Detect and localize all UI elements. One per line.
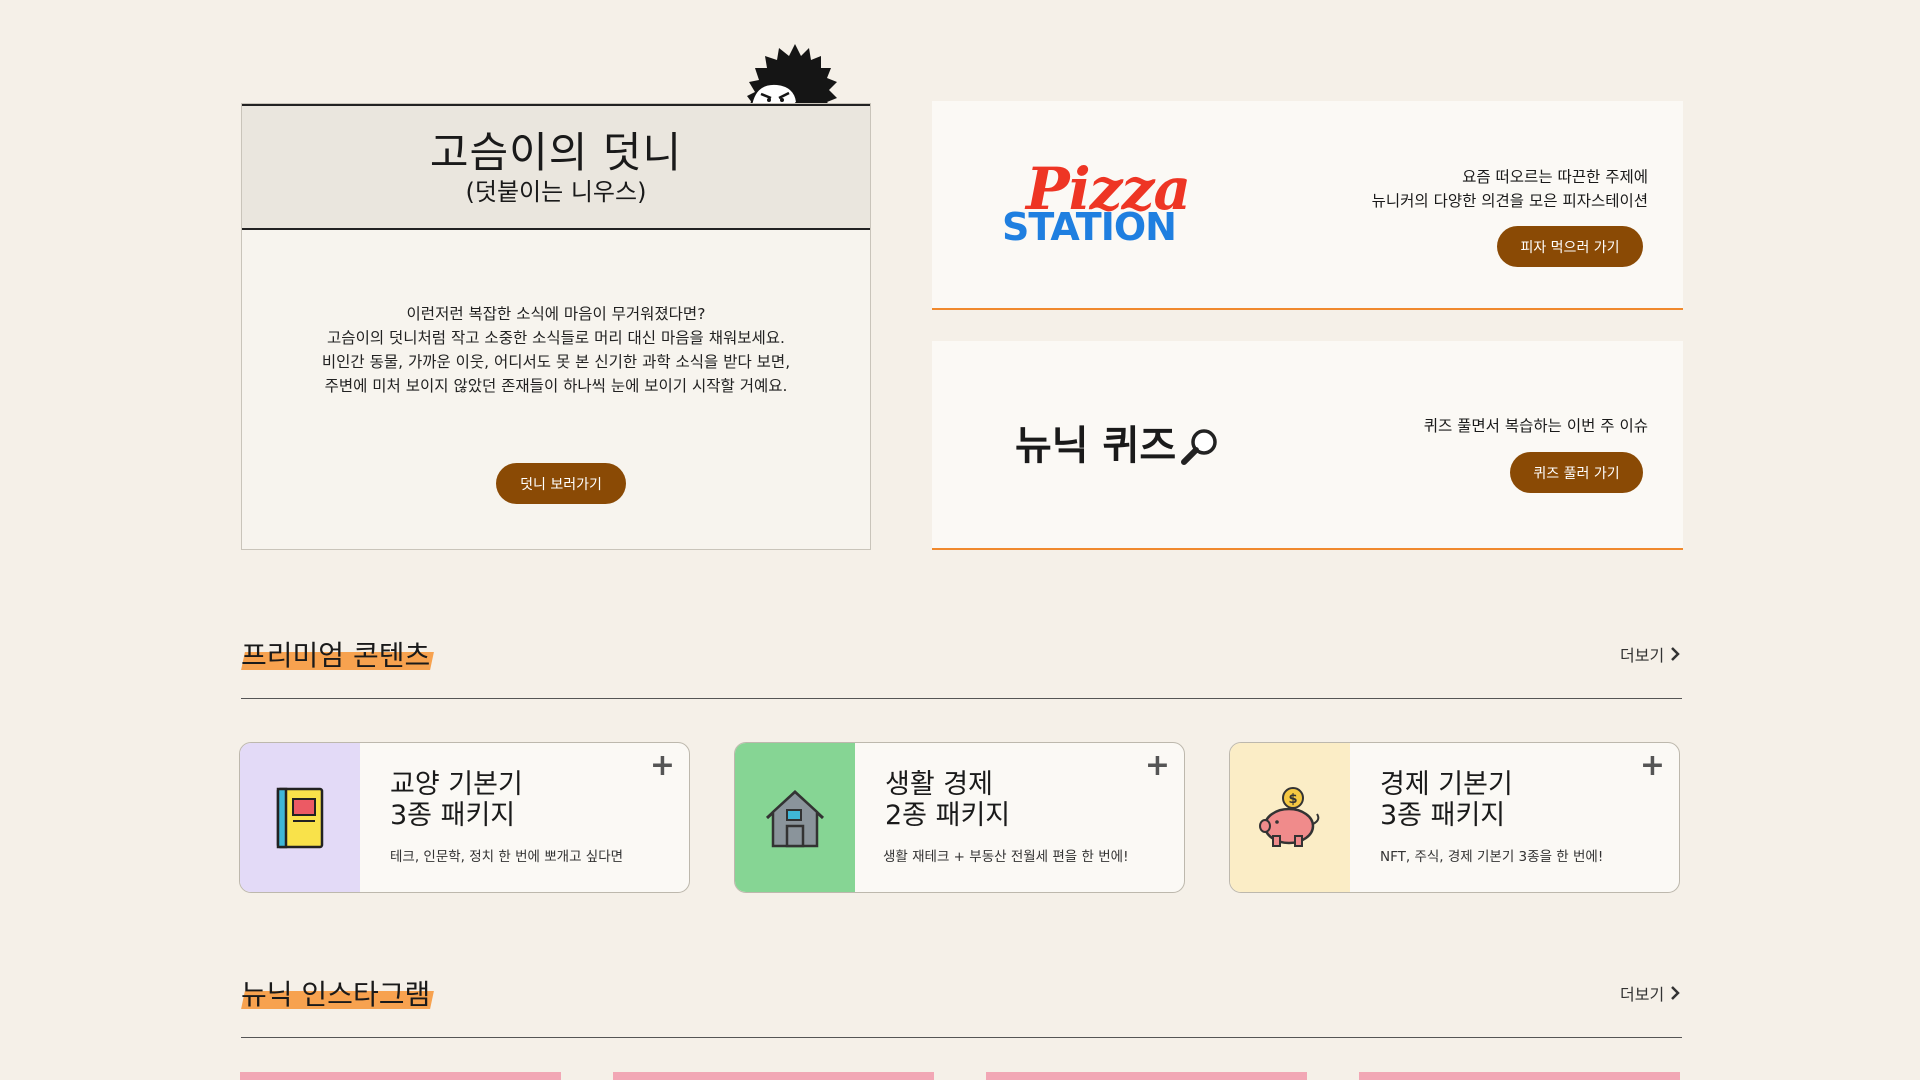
- instagram-section-title: 뉴닉 인스타그램: [241, 978, 431, 1011]
- premium-section-title: 프리미엄 콘텐츠: [241, 639, 431, 672]
- package-thumbnail: [240, 743, 360, 892]
- package-title-line: 2종 패키지: [885, 800, 1011, 831]
- package-card-living-economy[interactable]: 생활 경제 2종 패키지 생활 재테크 + 부동산 전월세 편을 한 번에! +: [734, 742, 1185, 893]
- piggy-bank-icon: $: [1259, 786, 1320, 847]
- hedgehog-desc-line: 고슴이의 덧니처럼 작고 소중한 소식들로 머리 대신 마음을 채워보세요.: [327, 329, 785, 347]
- package-card-liberal-arts[interactable]: 교양 기본기 3종 패키지 테크, 인문학, 정치 한 번에 뽀개고 싶다면 +: [239, 742, 690, 893]
- premium-more-link[interactable]: 더보기: [1620, 642, 1680, 666]
- pizza-desc-line: 뉴니커의 다양한 의견을 모은 피자스테이션: [1371, 192, 1648, 210]
- package-title-line: 3종 패키지: [390, 800, 516, 831]
- hedgehog-desc-line: 이런저런 복잡한 소식에 마음이 무거워졌다면?: [406, 305, 706, 323]
- pizza-station-logo: Pizza STATION: [1002, 160, 1191, 249]
- package-title: 경제 기본기 3종 패키지: [1380, 769, 1513, 831]
- pizza-station-card: Pizza STATION 요즘 떠오르는 따끈한 주제에 뉴니커의 다양한 의…: [932, 101, 1683, 310]
- pizza-station-description: 요즘 떠오르는 따끈한 주제에 뉴니커의 다양한 의견을 모은 피자스테이션: [1372, 165, 1648, 213]
- package-title-line: 3종 패키지: [1380, 800, 1506, 831]
- more-label: 더보기: [1620, 646, 1665, 665]
- instagram-post-card[interactable]: [613, 1072, 934, 1080]
- section-divider: [241, 698, 1682, 699]
- add-icon[interactable]: +: [1640, 751, 1665, 781]
- hedgehog-desc-line: 비인간 동물, 가까운 이웃, 어디서도 못 본 신기한 과학 소식을 받다 보…: [321, 353, 791, 371]
- package-title: 교양 기본기 3종 패키지: [390, 769, 523, 831]
- station-logo-text: STATION: [1002, 205, 1177, 249]
- newneek-quiz-card: 뉴닉 퀴즈 퀴즈 풀면서 복습하는 이번 주 이슈 퀴즈 풀러 가기: [932, 341, 1683, 550]
- magnifier-icon: [1181, 429, 1217, 465]
- instagram-more-link[interactable]: 더보기: [1620, 981, 1680, 1005]
- house-icon: [765, 789, 825, 847]
- chevron-right-icon: [1671, 647, 1680, 661]
- package-card-economy-basics[interactable]: $ 경제 기본기 3종 패키지 NFT, 주식, 경제 기본기 3종을 한 번에…: [1229, 742, 1680, 893]
- quiz-description: 퀴즈 풀면서 복습하는 이번 주 이슈: [1423, 417, 1648, 435]
- package-title: 생활 경제 2종 패키지: [885, 769, 1010, 831]
- more-label: 더보기: [1620, 985, 1665, 1004]
- instagram-post-card[interactable]: [1359, 1072, 1680, 1080]
- package-title-line: 생활 경제: [885, 769, 993, 800]
- pizza-station-button[interactable]: 피자 먹으러 가기: [1497, 226, 1643, 267]
- hedgehog-title: 고슴이의 덧니: [429, 128, 683, 177]
- package-thumbnail: $: [1230, 743, 1350, 892]
- package-description: NFT, 주식, 경제 기본기 3종을 한 번에!: [1380, 849, 1604, 865]
- hedgehog-desc-line: 주변에 미처 보이지 않았던 존재들이 하나씩 눈에 보이기 시작할 거예요.: [324, 377, 788, 395]
- instagram-post-card[interactable]: [240, 1072, 561, 1080]
- section-divider: [241, 1037, 1682, 1038]
- notebook-icon: [276, 787, 324, 848]
- hedgehog-description: 이런저런 복잡한 소식에 마음이 무거워졌다면? 고슴이의 덧니처럼 작고 소중…: [242, 302, 870, 398]
- package-title-line: 교양 기본기: [390, 769, 523, 800]
- hedgehog-card-header: 고슴이의 덧니 (덧붙이는 니우스): [242, 104, 870, 230]
- hedgehog-view-button[interactable]: 덧니 보러가기: [496, 463, 626, 504]
- quiz-button[interactable]: 퀴즈 풀러 가기: [1510, 452, 1643, 493]
- hedgehog-news-card: 고슴이의 덧니 (덧붙이는 니우스) 이런저런 복잡한 소식에 마음이 무거워졌…: [241, 103, 871, 550]
- instagram-post-card[interactable]: [986, 1072, 1307, 1080]
- chevron-right-icon: [1671, 986, 1680, 1000]
- svg-text:$: $: [1288, 792, 1297, 807]
- package-thumbnail: [735, 743, 855, 892]
- package-description: 테크, 인문학, 정치 한 번에 뽀개고 싶다면: [390, 849, 624, 865]
- package-description: 생활 재테크 + 부동산 전월세 편을 한 번에!: [883, 849, 1129, 865]
- add-icon[interactable]: +: [650, 751, 675, 781]
- package-title-line: 경제 기본기: [1380, 769, 1513, 800]
- pizza-desc-line: 요즘 떠오르는 따끈한 주제에: [1462, 168, 1648, 186]
- add-icon[interactable]: +: [1145, 751, 1170, 781]
- hedgehog-subtitle: (덧붙이는 니우스): [465, 178, 647, 206]
- quiz-title: 뉴닉 퀴즈: [1015, 423, 1177, 469]
